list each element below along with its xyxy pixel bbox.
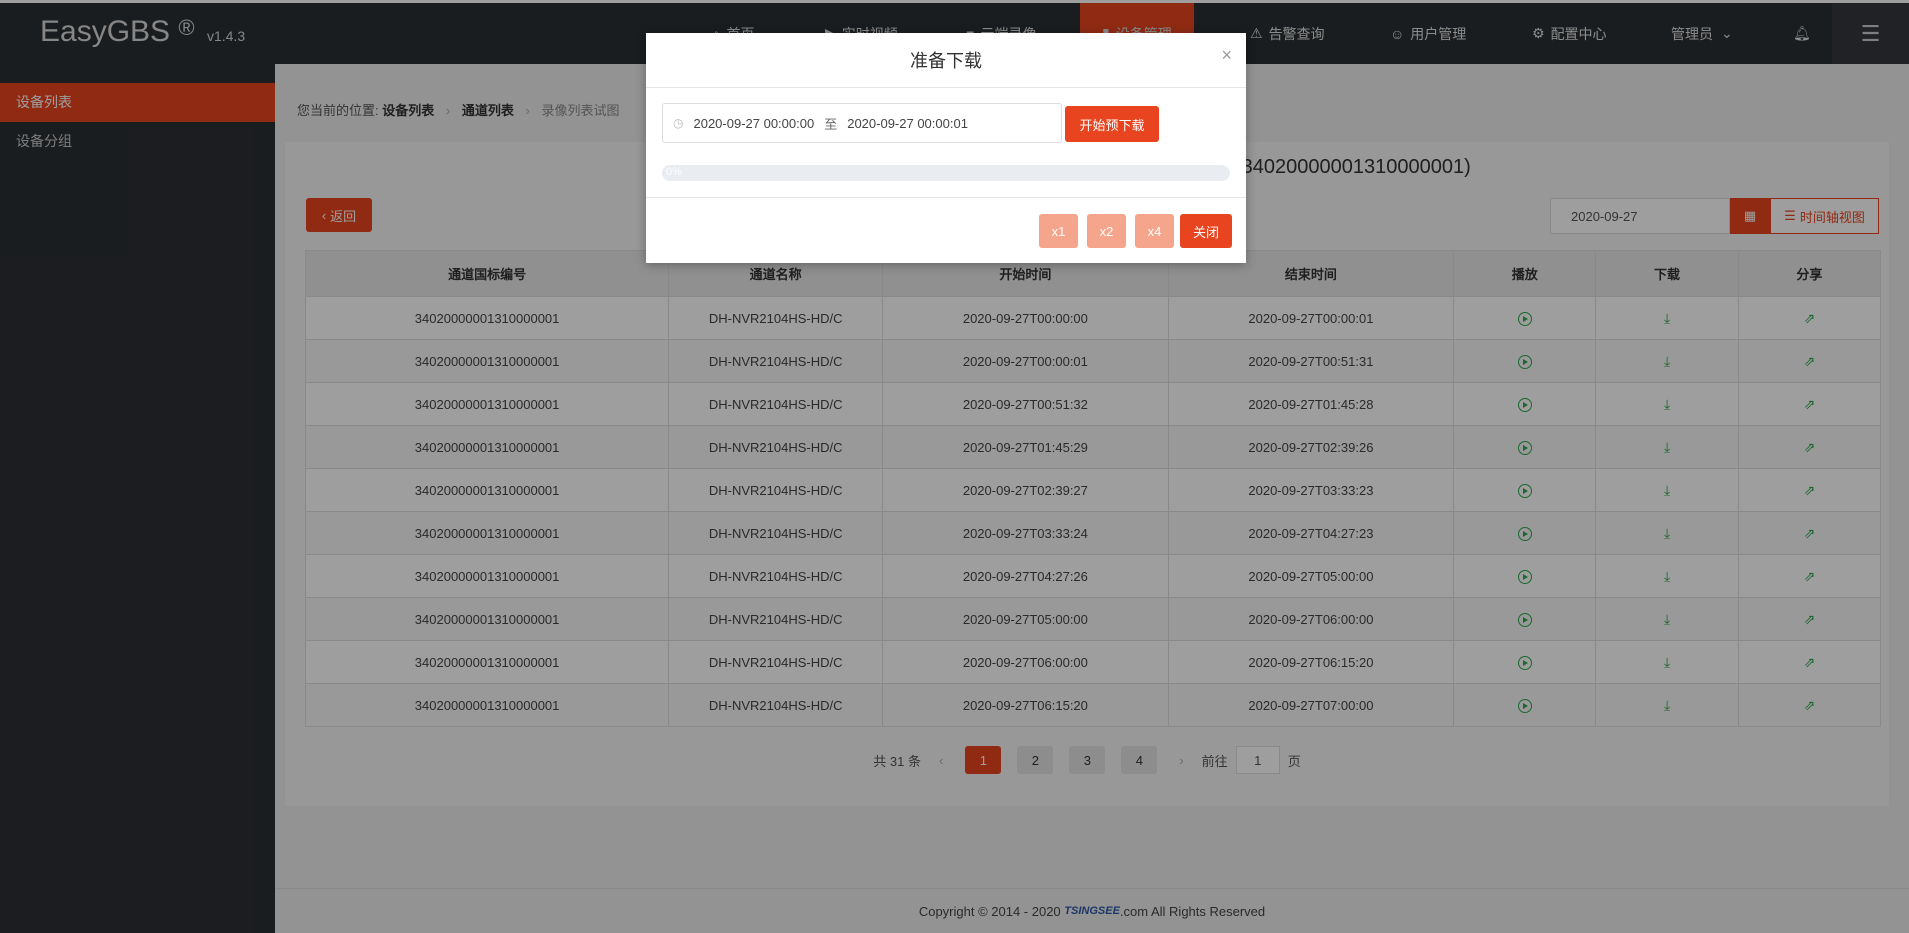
download-modal: 准备下载 × ◷ 2020-09-27 00:00:00 至 2020-09-2… <box>646 33 1246 263</box>
range-start-input[interactable]: 2020-09-27 00:00:00 <box>693 116 814 131</box>
speed-x1-button[interactable]: x1 <box>1039 214 1078 248</box>
datetime-range-picker[interactable]: ◷ 2020-09-27 00:00:00 至 2020-09-27 00:00… <box>662 103 1062 143</box>
download-progress-bar: 0% <box>662 165 1230 181</box>
speed-x2-button[interactable]: x2 <box>1087 214 1126 248</box>
range-separator: 至 <box>824 116 838 132</box>
range-end-input[interactable]: 2020-09-27 00:00:01 <box>847 116 968 131</box>
close-icon[interactable]: × <box>1221 45 1232 66</box>
speed-x4-button[interactable]: x4 <box>1135 214 1174 248</box>
modal-footer: x1 x2 x4 关闭 <box>646 197 1246 263</box>
modal-header: 准备下载 × <box>646 33 1246 88</box>
clock-icon: ◷ <box>673 116 684 130</box>
start-predownload-button[interactable]: 开始预下载 <box>1065 106 1159 142</box>
progress-text: 0% <box>666 166 682 178</box>
modal-title: 准备下载 <box>910 51 982 71</box>
close-button[interactable]: 关闭 <box>1180 214 1232 248</box>
